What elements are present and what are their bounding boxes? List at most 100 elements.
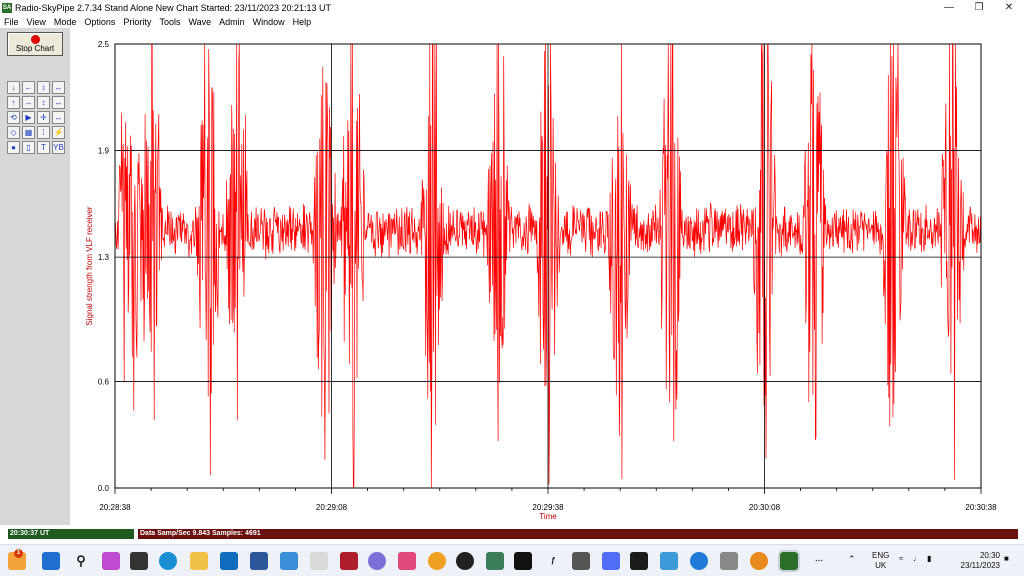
compress-vertical-icon[interactable]: ↕ (37, 96, 50, 109)
scroll-left-icon[interactable]: ← (22, 81, 35, 94)
grid-icon[interactable]: ▦ (22, 126, 35, 139)
notification-bell-icon[interactable]: ■ (1004, 554, 1009, 563)
chart-area[interactable]: 0.0 0.6 1.3 1.9 2.5 20:28:38 20:29:08 20:29:38 2… (70, 28, 1024, 525)
photos-icon[interactable] (398, 552, 416, 570)
waveform-app-icon[interactable] (514, 552, 532, 570)
window-title: Radio-SkyPipe 2.7.34 Stand Alone New Cha… (15, 2, 332, 13)
minimize-icon[interactable]: — (934, 0, 964, 15)
browser-app-icon[interactable] (690, 552, 708, 570)
status-time: 20:30:37 UT (8, 529, 134, 539)
play-icon[interactable]: ▶ (22, 111, 35, 124)
frame-app-icon[interactable] (630, 552, 648, 570)
function-app-icon[interactable]: ƒ (544, 552, 562, 570)
menu-options[interactable]: Options (80, 17, 119, 27)
channels-icon[interactable]: ⁞ (37, 126, 50, 139)
clock-time: 20:30 (979, 551, 1000, 560)
scroll-down-icon[interactable]: ↓ (7, 81, 20, 94)
clock[interactable]: 20:30 23/11/2023 (950, 551, 1000, 571)
gear-app-icon[interactable] (368, 552, 386, 570)
copilot-icon[interactable] (102, 552, 120, 570)
tray-chevron-icon[interactable]: ⌃ (848, 554, 856, 565)
menu-admin[interactable]: Admin (215, 17, 249, 27)
menu-priority[interactable]: Priority (119, 17, 155, 27)
search-icon[interactable]: ⚲ (72, 552, 90, 570)
y-tick-label: 1.3 (98, 253, 110, 262)
word-icon[interactable] (250, 552, 268, 570)
diamond-app-icon[interactable] (602, 552, 620, 570)
file-explorer-icon[interactable] (190, 552, 208, 570)
x-axis-label: Time (539, 512, 557, 521)
x-tick-label: 20:29:38 (532, 503, 564, 512)
taskbar: 1 ⚲ ƒ ⋯ ⌃ ENG UK ≈ ♩ ▮ 20:30 23/11/2023 … (0, 544, 1024, 576)
signal-chart[interactable]: 0.0 0.6 1.3 1.9 2.5 20:28:38 20:29:08 20:29:38 2… (70, 28, 1024, 525)
y-tick-label: 1.9 (98, 147, 110, 156)
pause-icon[interactable]: ▯ (22, 141, 35, 154)
menu-file[interactable]: File (0, 17, 23, 27)
keyboard-layout: UK (875, 561, 887, 570)
menu-help[interactable]: Help (289, 17, 316, 27)
menu-window[interactable]: Window (249, 17, 289, 27)
volume-icon[interactable]: ♩ (913, 554, 921, 563)
app-icon: SA (2, 2, 12, 13)
menu-wave[interactable]: Wave (184, 17, 215, 27)
menu-tools[interactable]: Tools (155, 17, 184, 27)
scroll-up-icon[interactable]: ↑ (7, 96, 20, 109)
status-info: Data Samp/Sec 9.843 Samples: 4691 (138, 529, 1018, 539)
graph-app-icon[interactable] (572, 552, 590, 570)
expand-vertical-icon[interactable]: ↕ (37, 81, 50, 94)
more-apps-icon[interactable]: ⋯ (810, 552, 828, 570)
radio-skypipe-window: SA Radio-SkyPipe 2.7.34 Stand Alone New … (0, 0, 1024, 576)
start-icon[interactable] (42, 552, 60, 570)
edge-icon[interactable] (159, 552, 177, 570)
marker-icon[interactable]: ◇ (7, 126, 20, 139)
clock-date: 23/11/2023 (960, 561, 1000, 570)
x-tick-label: 20:29:08 (316, 503, 348, 512)
record-dot-icon[interactable]: ● (7, 141, 20, 154)
asb-app-icon[interactable] (456, 552, 474, 570)
language-indicator[interactable]: ENG UK (872, 551, 889, 571)
close-icon[interactable]: ✕ (994, 0, 1024, 15)
expand-horizontal-icon[interactable]: ↔ (52, 81, 65, 94)
scroll-right-icon[interactable]: → (22, 96, 35, 109)
y-tick-label: 0.6 (98, 377, 110, 386)
menu-bar: File View Mode Options Priority Tools Wa… (0, 15, 1024, 28)
skypipe-taskbar-icon[interactable] (778, 550, 800, 572)
window-controls: — ❐ ✕ (934, 0, 1024, 15)
y-tick-label: 2.5 (98, 40, 110, 49)
spectrum-app-icon[interactable] (486, 552, 504, 570)
tools-app-icon[interactable] (720, 552, 738, 570)
notepad-icon[interactable] (310, 552, 328, 570)
battery-icon[interactable]: ▮ (927, 554, 931, 563)
wifi-icon[interactable]: ≈ (899, 554, 903, 563)
y-tick-label: 0.0 (98, 484, 110, 493)
shield-app-icon[interactable] (340, 552, 358, 570)
compress-horizontal-icon[interactable]: ↔ (52, 96, 65, 109)
stop-chart-label: Stop Chart (15, 44, 55, 53)
language-code: ENG (872, 551, 890, 560)
record-icon (30, 35, 40, 44)
x-tick-label: 20:28:38 (99, 503, 131, 512)
audio-app-icon[interactable] (750, 552, 768, 570)
notification-badge: 1 (14, 549, 23, 558)
x-tick-label: 20:30:08 (749, 503, 781, 512)
tool-grid: ↓ ← ↕ ↔ ↑ → ↕ ↔ ⟲ ▶ ✛ ↔ ◇ ▦ ⁞ ⚡ ● ▯ T YB (7, 81, 65, 154)
yb-icon[interactable]: YB (52, 141, 65, 154)
crosshair-icon[interactable]: ✛ (37, 111, 50, 124)
remote-desktop-icon[interactable] (280, 552, 298, 570)
title-bar: SA Radio-SkyPipe 2.7.34 Stand Alone New … (0, 0, 1024, 15)
menu-view[interactable]: View (23, 17, 50, 27)
event-icon[interactable]: ⚡ (52, 126, 65, 139)
status-bar: 20:30:37 UT Data Samp/Sec 9.843 Samples:… (0, 528, 1024, 540)
y-axis-label: Signal strength from VLF receiver (85, 206, 94, 325)
text-icon[interactable]: T (37, 141, 50, 154)
x-tick-label: 20:30:38 (965, 503, 997, 512)
restore-icon[interactable]: ❐ (964, 0, 994, 15)
fc-app-icon[interactable] (428, 552, 446, 570)
calculator-icon[interactable] (660, 552, 678, 570)
menu-mode[interactable]: Mode (50, 17, 81, 27)
refresh-icon[interactable]: ⟲ (7, 111, 20, 124)
task-view-icon[interactable] (130, 552, 148, 570)
span-icon[interactable]: ↔ (52, 111, 65, 124)
stop-chart-button[interactable]: Stop Chart (7, 32, 63, 56)
outlook-icon[interactable] (220, 552, 238, 570)
